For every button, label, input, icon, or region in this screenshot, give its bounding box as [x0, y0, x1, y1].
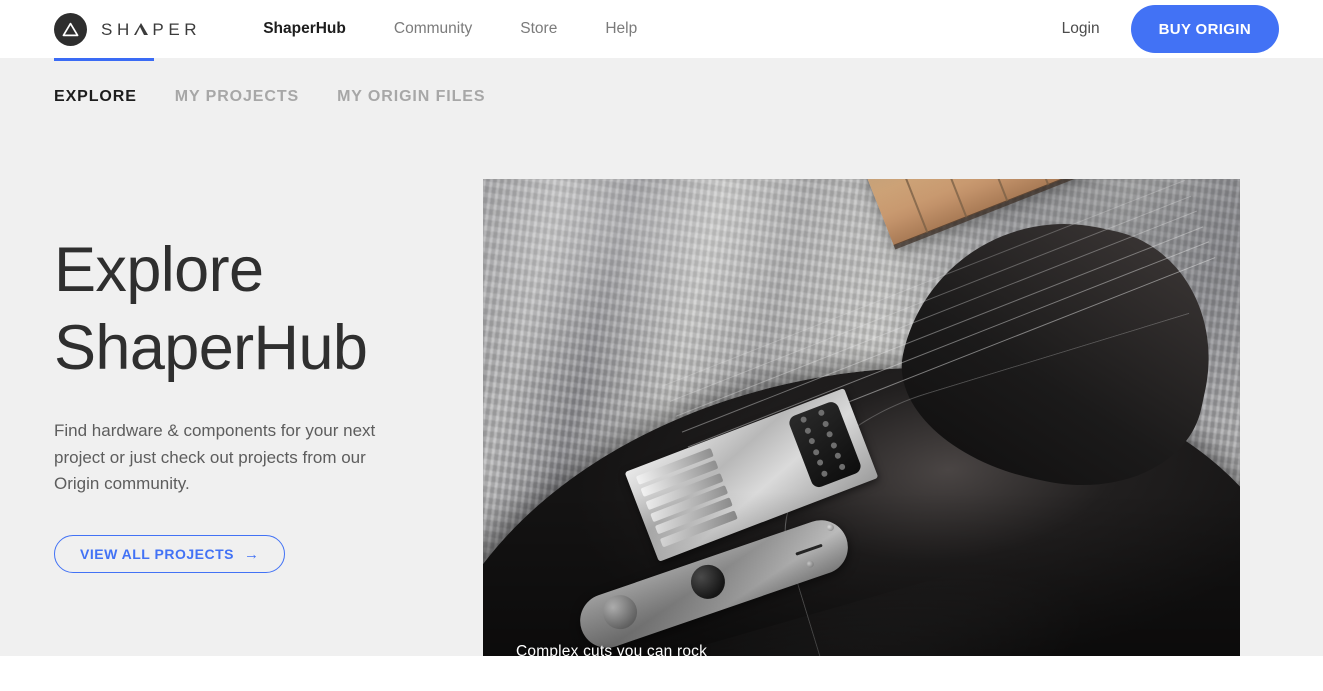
hero-image-caption: Complex cuts you can rock T-Style Guitar	[516, 643, 721, 656]
guitar-fret	[892, 179, 929, 234]
guitar-pickup-pole	[838, 463, 847, 471]
brand-wordmark-part2: PER	[152, 19, 202, 39]
hero-text-column: Explore ShaperHub Find hardware & compon…	[54, 231, 454, 574]
guitar-pickup-pole	[804, 427, 812, 435]
guitar-pickup-selector	[794, 543, 823, 556]
guitar-bridge-pickup	[787, 399, 864, 491]
guitar-fret	[972, 179, 1008, 202]
guitar-pickup-pole	[822, 420, 831, 428]
login-link[interactable]: Login	[1062, 20, 1100, 38]
guitar-photo	[483, 179, 1240, 656]
guitar-pickup-pole	[808, 437, 816, 446]
hero-subtitle: Find hardware & components for your next…	[54, 421, 376, 493]
shaper-triangle-logo-icon	[54, 12, 87, 46]
brand-wordmark: SH PER	[101, 21, 201, 38]
nav-link-help[interactable]: Help	[581, 20, 661, 38]
guitar-volume-knob	[598, 590, 642, 635]
guitar-pickup-pole	[830, 441, 839, 450]
tab-my-projects[interactable]: MY PROJECTS	[175, 58, 318, 105]
nav-link-shaperhub[interactable]: ShaperHub	[239, 20, 370, 38]
main-navigation: ShaperHub Community Store Help	[239, 20, 661, 38]
guitar-plate-screw	[805, 559, 815, 569]
guitar-pickup-pole	[826, 430, 835, 439]
guitar-plate-screw	[825, 522, 835, 532]
guitar-tone-knob	[685, 560, 730, 605]
guitar-pickup-pole	[799, 416, 808, 425]
brand-wordmark-part1: SH	[101, 19, 134, 39]
section-tabs: EXPLORE MY PROJECTS MY ORIGIN FILES	[0, 58, 1323, 105]
header-actions: Login BUY ORIGIN	[1062, 5, 1279, 53]
nav-link-community[interactable]: Community	[370, 20, 496, 38]
guitar-pickup-pole	[834, 452, 843, 461]
view-all-projects-label: VIEW ALL PROJECTS	[80, 546, 234, 563]
guitar-pickup-pole	[820, 470, 829, 478]
page-title-line-1: Explore	[54, 235, 264, 305]
guitar-pickup-pole	[812, 448, 821, 457]
hero-section: Explore ShaperHub Find hardware & compon…	[0, 105, 1323, 656]
nav-link-store[interactable]: Store	[496, 20, 581, 38]
brand-triangle-a-icon	[133, 23, 148, 35]
site-header: SH PER ShaperHub Community Store Help Log…	[0, 0, 1323, 58]
brand-logo-link[interactable]: SH PER	[54, 12, 201, 46]
tab-my-origin-files[interactable]: MY ORIGIN FILES	[337, 58, 504, 105]
hero-caption-kicker: Complex cuts you can rock	[516, 643, 708, 656]
page-title: Explore ShaperHub	[54, 231, 454, 387]
arrow-right-icon: →	[243, 545, 260, 563]
guitar-pickup-pole	[816, 459, 825, 468]
page-title-line-2: ShaperHub	[54, 313, 368, 384]
page-bottom-band	[0, 656, 1323, 691]
view-all-projects-button[interactable]: VIEW ALL PROJECTS →	[54, 535, 286, 574]
guitar-pickup-pole	[818, 409, 826, 418]
buy-origin-button[interactable]: BUY ORIGIN	[1130, 5, 1279, 53]
tab-explore[interactable]: EXPLORE	[54, 58, 156, 105]
hero-featured-project-image[interactable]: Complex cuts you can rock T-Style Guitar	[483, 179, 1240, 656]
guitar-fret	[931, 179, 967, 219]
page-body: EXPLORE MY PROJECTS MY ORIGIN FILES Expl…	[0, 58, 1323, 656]
